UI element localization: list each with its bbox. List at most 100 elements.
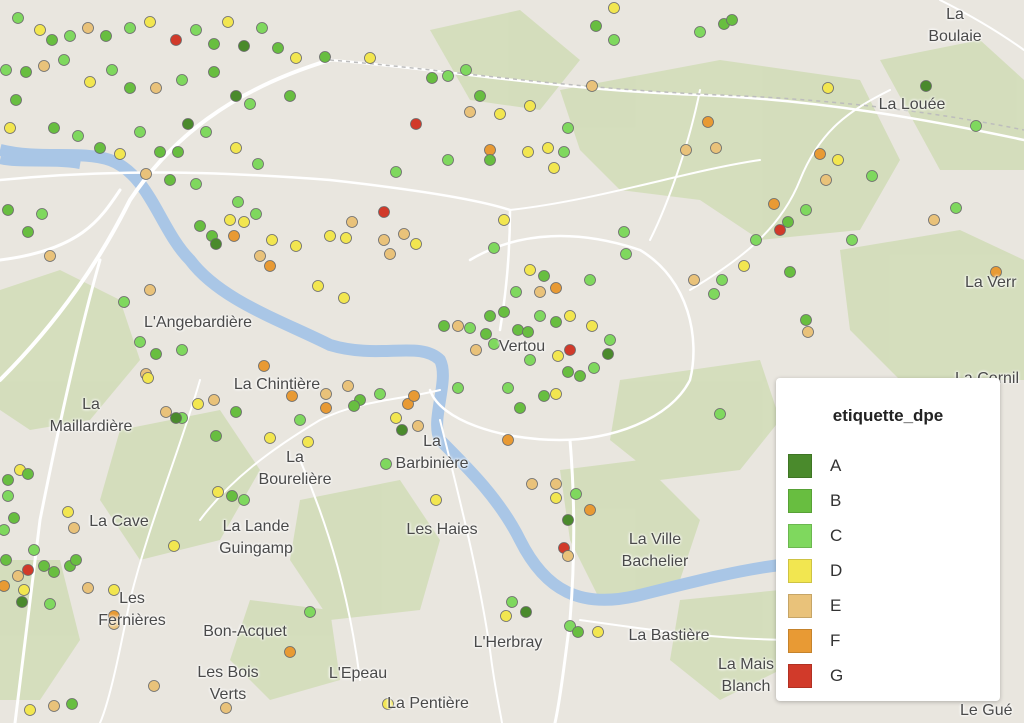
dpe-point[interactable] (250, 208, 262, 220)
dpe-point[interactable] (488, 242, 500, 254)
dpe-point[interactable] (538, 270, 550, 282)
legend-item-a[interactable]: A (788, 453, 841, 479)
dpe-point[interactable] (550, 388, 562, 400)
dpe-point[interactable] (208, 66, 220, 78)
dpe-point[interactable] (340, 232, 352, 244)
dpe-point[interactable] (238, 216, 250, 228)
dpe-point[interactable] (16, 596, 28, 608)
dpe-point[interactable] (140, 168, 152, 180)
dpe-point[interactable] (48, 122, 60, 134)
dpe-point[interactable] (176, 74, 188, 86)
dpe-point[interactable] (192, 398, 204, 410)
dpe-point[interactable] (832, 154, 844, 166)
dpe-point[interactable] (950, 202, 962, 214)
legend-item-b[interactable]: B (788, 488, 841, 514)
dpe-point[interactable] (84, 76, 96, 88)
dpe-point[interactable] (10, 94, 22, 106)
dpe-point[interactable] (506, 596, 518, 608)
dpe-point[interactable] (538, 390, 550, 402)
dpe-point[interactable] (562, 122, 574, 134)
dpe-point[interactable] (708, 288, 720, 300)
dpe-point[interactable] (460, 64, 472, 76)
dpe-point[interactable] (608, 2, 620, 14)
dpe-point[interactable] (442, 70, 454, 82)
dpe-point[interactable] (618, 226, 630, 238)
dpe-point[interactable] (28, 544, 40, 556)
dpe-point[interactable] (512, 324, 524, 336)
dpe-point[interactable] (144, 16, 156, 28)
dpe-point[interactable] (570, 488, 582, 500)
dpe-point[interactable] (142, 372, 154, 384)
dpe-point[interactable] (558, 146, 570, 158)
dpe-point[interactable] (194, 220, 206, 232)
dpe-point[interactable] (222, 16, 234, 28)
dpe-point[interactable] (20, 66, 32, 78)
dpe-point[interactable] (0, 580, 10, 592)
dpe-point[interactable] (118, 296, 130, 308)
dpe-point[interactable] (22, 226, 34, 238)
dpe-point[interactable] (410, 118, 422, 130)
dpe-point[interactable] (726, 14, 738, 26)
dpe-point[interactable] (94, 142, 106, 154)
dpe-point[interactable] (170, 34, 182, 46)
dpe-point[interactable] (526, 478, 538, 490)
dpe-point[interactable] (608, 34, 620, 46)
dpe-point[interactable] (408, 390, 420, 402)
dpe-point[interactable] (48, 700, 60, 712)
dpe-point[interactable] (694, 26, 706, 38)
dpe-point[interactable] (68, 522, 80, 534)
dpe-point[interactable] (822, 82, 834, 94)
dpe-point[interactable] (520, 606, 532, 618)
dpe-point[interactable] (584, 504, 596, 516)
dpe-point[interactable] (800, 204, 812, 216)
dpe-point[interactable] (452, 382, 464, 394)
dpe-point[interactable] (866, 170, 878, 182)
dpe-point[interactable] (172, 146, 184, 158)
dpe-point[interactable] (24, 704, 36, 716)
dpe-point[interactable] (144, 284, 156, 296)
dpe-point[interactable] (12, 570, 24, 582)
dpe-point[interactable] (564, 310, 576, 322)
dpe-point[interactable] (284, 90, 296, 102)
dpe-point[interactable] (464, 106, 476, 118)
dpe-point[interactable] (470, 344, 482, 356)
dpe-point[interactable] (524, 264, 536, 276)
dpe-point[interactable] (586, 80, 598, 92)
dpe-point[interactable] (266, 234, 278, 246)
dpe-point[interactable] (380, 458, 392, 470)
dpe-point[interactable] (384, 248, 396, 260)
dpe-point[interactable] (304, 606, 316, 618)
dpe-point[interactable] (44, 250, 56, 262)
dpe-point[interactable] (44, 598, 56, 610)
dpe-point[interactable] (324, 230, 336, 242)
dpe-point[interactable] (22, 564, 34, 576)
dpe-point[interactable] (542, 142, 554, 154)
dpe-point[interactable] (12, 12, 24, 24)
dpe-point[interactable] (562, 514, 574, 526)
dpe-point[interactable] (272, 42, 284, 54)
dpe-point[interactable] (4, 122, 16, 134)
dpe-point[interactable] (390, 412, 402, 424)
dpe-point[interactable] (160, 406, 172, 418)
dpe-point[interactable] (72, 130, 84, 142)
dpe-point[interactable] (182, 118, 194, 130)
dpe-point[interactable] (412, 420, 424, 432)
dpe-point[interactable] (802, 326, 814, 338)
dpe-point[interactable] (212, 486, 224, 498)
dpe-point[interactable] (58, 54, 70, 66)
dpe-point[interactable] (82, 22, 94, 34)
dpe-point[interactable] (480, 328, 492, 340)
dpe-point[interactable] (232, 196, 244, 208)
dpe-point[interactable] (498, 214, 510, 226)
dpe-point[interactable] (36, 208, 48, 220)
dpe-point[interactable] (604, 334, 616, 346)
dpe-point[interactable] (148, 680, 160, 692)
dpe-point[interactable] (164, 174, 176, 186)
dpe-point[interactable] (22, 468, 34, 480)
dpe-point[interactable] (176, 344, 188, 356)
dpe-point[interactable] (452, 320, 464, 332)
dpe-point[interactable] (574, 370, 586, 382)
legend-item-g[interactable]: G (788, 663, 843, 689)
dpe-point[interactable] (2, 474, 14, 486)
dpe-point[interactable] (230, 90, 242, 102)
